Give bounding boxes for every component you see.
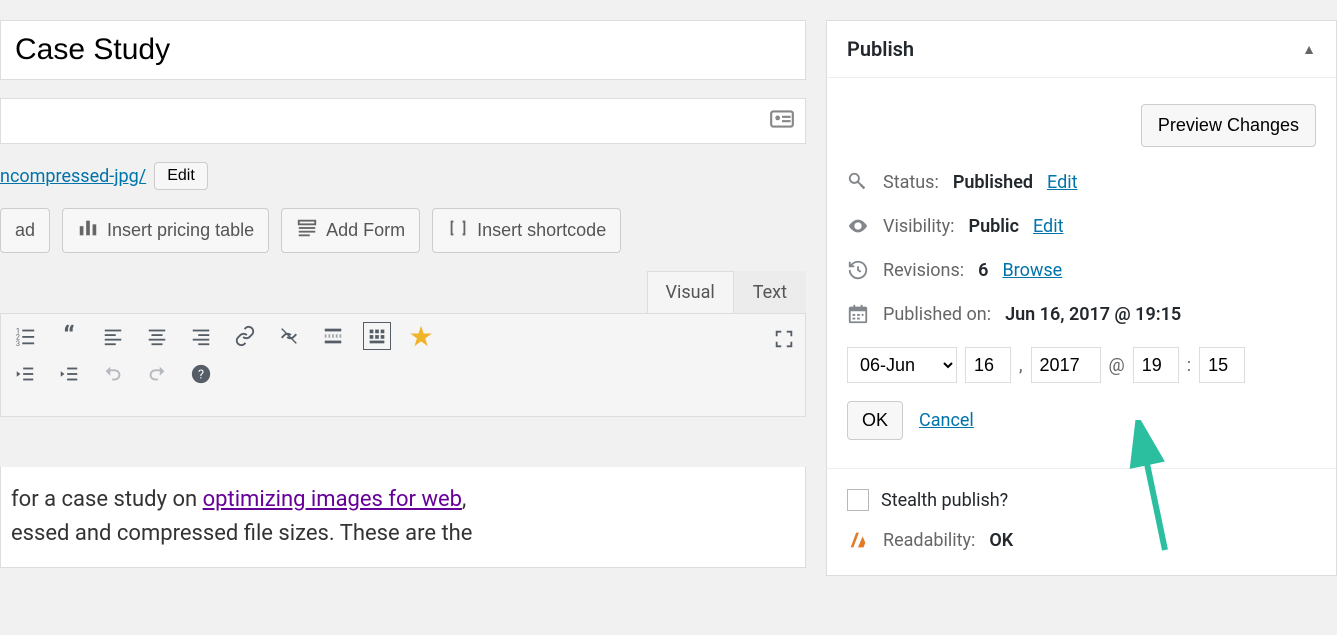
- tab-text[interactable]: Text: [734, 271, 806, 314]
- revisions-browse-link[interactable]: Browse: [1002, 260, 1062, 281]
- status-row: Status: Published Edit: [847, 171, 1316, 193]
- id-card-icon: [769, 106, 795, 136]
- permalink-link[interactable]: ncompressed-jpg/: [0, 166, 146, 187]
- indent-icon[interactable]: [55, 360, 83, 388]
- date-editor-row: 06-Jun , @ :: [847, 347, 1316, 383]
- readability-label: Readability:: [883, 530, 975, 551]
- permalink-meta-box: [0, 98, 806, 144]
- editor-toolbar: 123 “ ★ ?: [0, 313, 806, 417]
- tab-visual[interactable]: Visual: [647, 271, 734, 314]
- link-icon[interactable]: [231, 322, 259, 350]
- visibility-row: Visibility: Public Edit: [847, 215, 1316, 237]
- minute-input[interactable]: [1199, 347, 1245, 383]
- published-row: Published on: Jun 16, 2017 @ 19:15: [847, 303, 1316, 325]
- yoast-icon: [847, 529, 869, 551]
- revisions-label: Revisions:: [883, 260, 964, 281]
- permalink-row: ncompressed-jpg/ Edit: [0, 162, 806, 190]
- stealth-checkbox[interactable]: [847, 489, 869, 511]
- date-cancel-link[interactable]: Cancel: [919, 410, 974, 431]
- sidebar-column: Publish ▲ Preview Changes Status: Publis…: [826, 0, 1337, 635]
- align-left-icon[interactable]: [99, 322, 127, 350]
- published-label: Published on:: [883, 304, 991, 325]
- insert-shortcode-button[interactable]: Insert shortcode: [432, 208, 621, 253]
- redo-icon[interactable]: [143, 360, 171, 388]
- content-text: essed and compressed file sizes. These a…: [11, 521, 472, 546]
- star-icon[interactable]: ★: [407, 322, 435, 350]
- help-icon[interactable]: ?: [187, 360, 215, 388]
- publish-metabox: Publish ▲ Preview Changes Status: Publis…: [826, 20, 1337, 576]
- content-text: for a case study on: [11, 487, 203, 512]
- align-center-icon[interactable]: [143, 322, 171, 350]
- eye-icon: [847, 215, 869, 237]
- at-sep: @: [1109, 355, 1125, 376]
- post-title-input[interactable]: [0, 20, 806, 80]
- readability-value: OK: [989, 530, 1013, 551]
- align-right-icon[interactable]: [187, 322, 215, 350]
- media-button-row: ad Insert pricing table Add Form Insert …: [0, 208, 806, 253]
- visibility-edit-link[interactable]: Edit: [1033, 216, 1063, 237]
- media-button-label: ad: [15, 220, 35, 241]
- bar-chart-icon: [77, 217, 99, 244]
- date-ok-button[interactable]: OK: [847, 401, 903, 440]
- shortcode-icon: [447, 217, 469, 244]
- add-media-button[interactable]: ad: [0, 208, 50, 253]
- revisions-value: 6: [978, 260, 988, 281]
- numbered-list-icon[interactable]: 123: [11, 322, 39, 350]
- content-body[interactable]: for a case study on optimizing images fo…: [0, 467, 806, 568]
- published-value: Jun 16, 2017 @ 19:15: [1005, 304, 1181, 325]
- status-edit-link[interactable]: Edit: [1047, 172, 1077, 193]
- stealth-label: Stealth publish?: [881, 490, 1008, 511]
- divider: [827, 468, 1336, 469]
- revisions-row: Revisions: 6 Browse: [847, 259, 1316, 281]
- visibility-label: Visibility:: [883, 216, 955, 237]
- editor-mode-tabs: Visual Text: [0, 271, 806, 314]
- insert-pricing-table-button[interactable]: Insert pricing table: [62, 208, 269, 253]
- publish-box-title: Publish: [847, 37, 914, 61]
- visibility-value: Public: [969, 216, 1019, 237]
- media-button-label: Insert pricing table: [107, 220, 254, 241]
- readability-row: Readability: OK: [847, 529, 1316, 551]
- editor-column: ncompressed-jpg/ Edit ad Insert pricing …: [0, 0, 826, 635]
- month-select[interactable]: 06-Jun: [847, 347, 957, 383]
- content-link[interactable]: optimizing images for web: [203, 487, 462, 512]
- year-input[interactable]: [1031, 347, 1101, 383]
- read-more-icon[interactable]: [319, 322, 347, 350]
- preview-changes-button[interactable]: Preview Changes: [1141, 104, 1316, 147]
- date-confirm-row: OK Cancel: [847, 401, 1316, 440]
- key-icon: [847, 171, 869, 193]
- hour-input[interactable]: [1133, 347, 1179, 383]
- blockquote-icon[interactable]: “: [55, 322, 83, 350]
- undo-icon[interactable]: [99, 360, 127, 388]
- status-label: Status:: [883, 172, 939, 193]
- unlink-icon[interactable]: [275, 322, 303, 350]
- toolbar-toggle-icon[interactable]: [363, 322, 391, 350]
- history-icon: [847, 259, 869, 281]
- edit-slug-button[interactable]: Edit: [154, 162, 208, 190]
- stealth-publish-row: Stealth publish?: [847, 489, 1316, 511]
- calendar-icon: [847, 303, 869, 325]
- media-button-label: Add Form: [326, 220, 405, 241]
- colon-sep: :: [1187, 355, 1191, 376]
- form-icon: [296, 217, 318, 244]
- content-text: ,: [462, 487, 466, 512]
- svg-text:?: ?: [198, 368, 204, 383]
- publish-metabox-header[interactable]: Publish ▲: [827, 21, 1336, 78]
- svg-text:3: 3: [16, 339, 20, 347]
- day-input[interactable]: [965, 347, 1011, 383]
- fullscreen-icon[interactable]: [773, 328, 795, 355]
- comma-sep: ,: [1019, 355, 1023, 376]
- collapse-icon[interactable]: ▲: [1302, 41, 1316, 58]
- add-form-button[interactable]: Add Form: [281, 208, 420, 253]
- outdent-icon[interactable]: [11, 360, 39, 388]
- status-value: Published: [953, 172, 1033, 193]
- media-button-label: Insert shortcode: [477, 220, 606, 241]
